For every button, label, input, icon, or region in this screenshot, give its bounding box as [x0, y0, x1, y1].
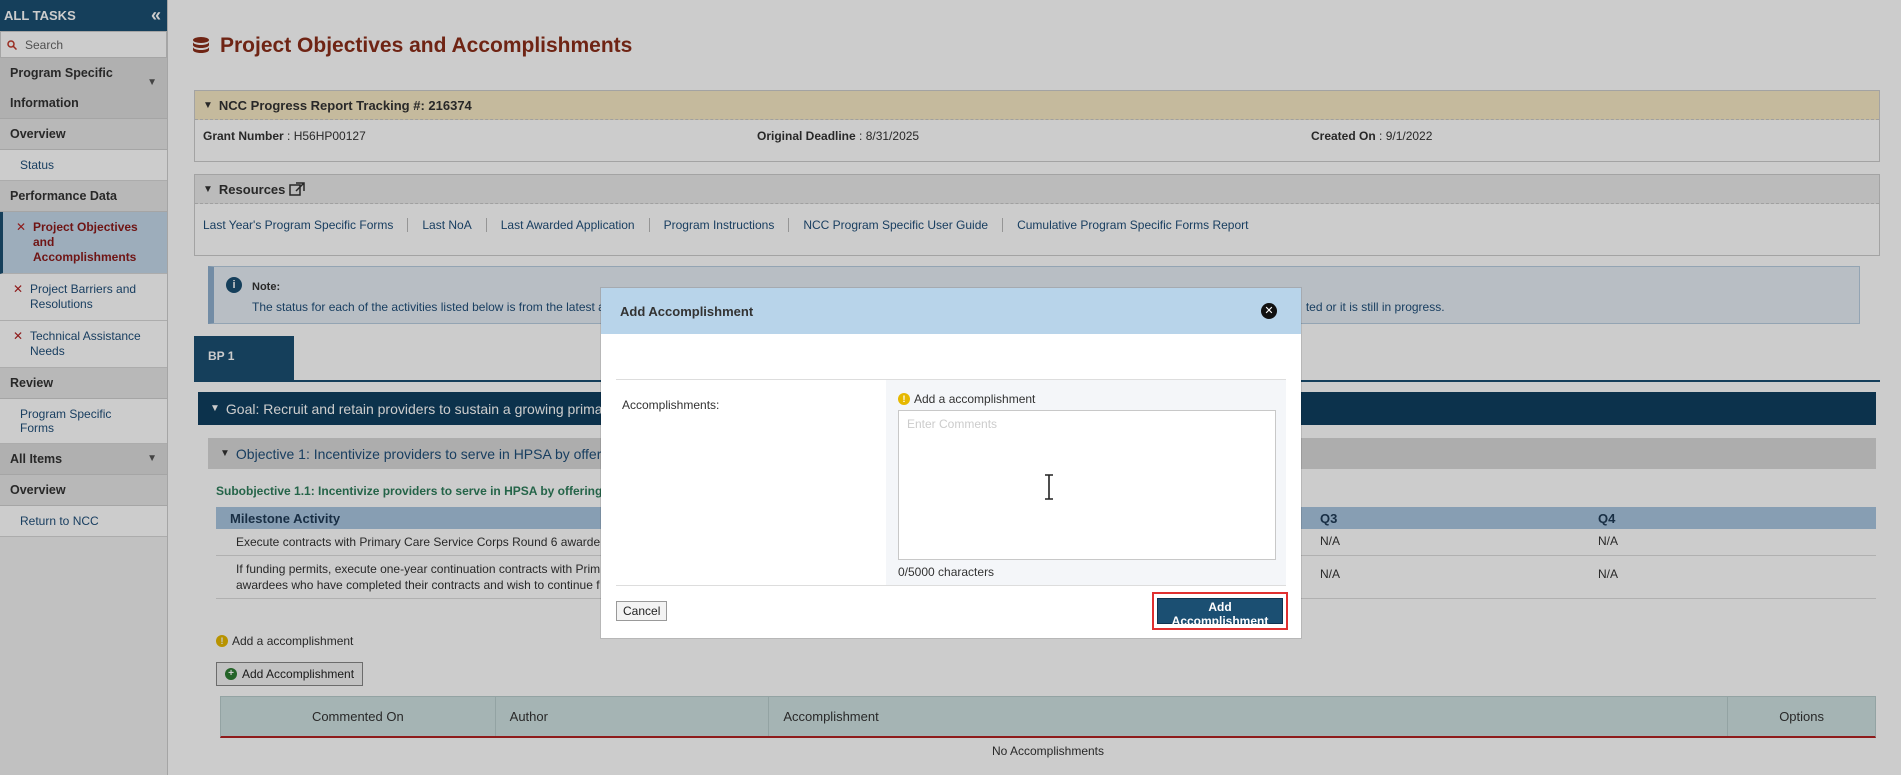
modal-hint-text: Add a accomplishment	[914, 392, 1036, 406]
accomplishment-textarea[interactable]	[898, 410, 1276, 560]
modal-form: Accomplishments: ! Add a accomplishment …	[616, 379, 1286, 586]
warning-icon: !	[898, 393, 910, 405]
add-accomplishment-modal: Add Accomplishment ✕ Accomplishments: ! …	[601, 288, 1301, 638]
close-icon[interactable]: ✕	[1261, 303, 1277, 319]
character-counter: 0/5000 characters	[898, 565, 995, 579]
accomplishments-field: ! Add a accomplishment 0/5000 characters	[886, 380, 1286, 585]
cancel-button[interactable]: Cancel	[616, 601, 668, 621]
submit-button-highlight: Add Accomplishment	[1152, 592, 1288, 630]
modal-title: Add Accomplishment	[620, 303, 754, 319]
submit-add-accomplishment-button[interactable]: Add Accomplishment	[1157, 598, 1283, 628]
accomplishments-label: Accomplishments:	[622, 398, 720, 412]
modal-header: Add Accomplishment ✕	[601, 288, 1301, 334]
modal-hint: ! Add a accomplishment	[898, 392, 1274, 406]
text-cursor-icon	[1045, 474, 1053, 500]
